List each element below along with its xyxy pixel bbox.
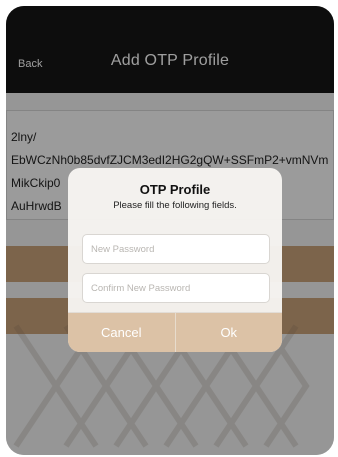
ok-button[interactable]: Ok — [175, 313, 282, 352]
dialog-button-row: Cancel Ok — [68, 312, 282, 352]
dialog-message: Please fill the following fields. — [113, 200, 237, 211]
otp-profile-dialog: OTP Profile Please fill the following fi… — [68, 168, 282, 352]
device-screen: Back Add OTP Profile 2lny/ EbWCzNh0b85dv… — [6, 6, 334, 455]
cancel-button[interactable]: Cancel — [68, 313, 176, 352]
confirm-password-field[interactable] — [82, 273, 270, 303]
dialog-title: OTP Profile — [139, 182, 211, 197]
new-password-field[interactable] — [82, 234, 270, 264]
